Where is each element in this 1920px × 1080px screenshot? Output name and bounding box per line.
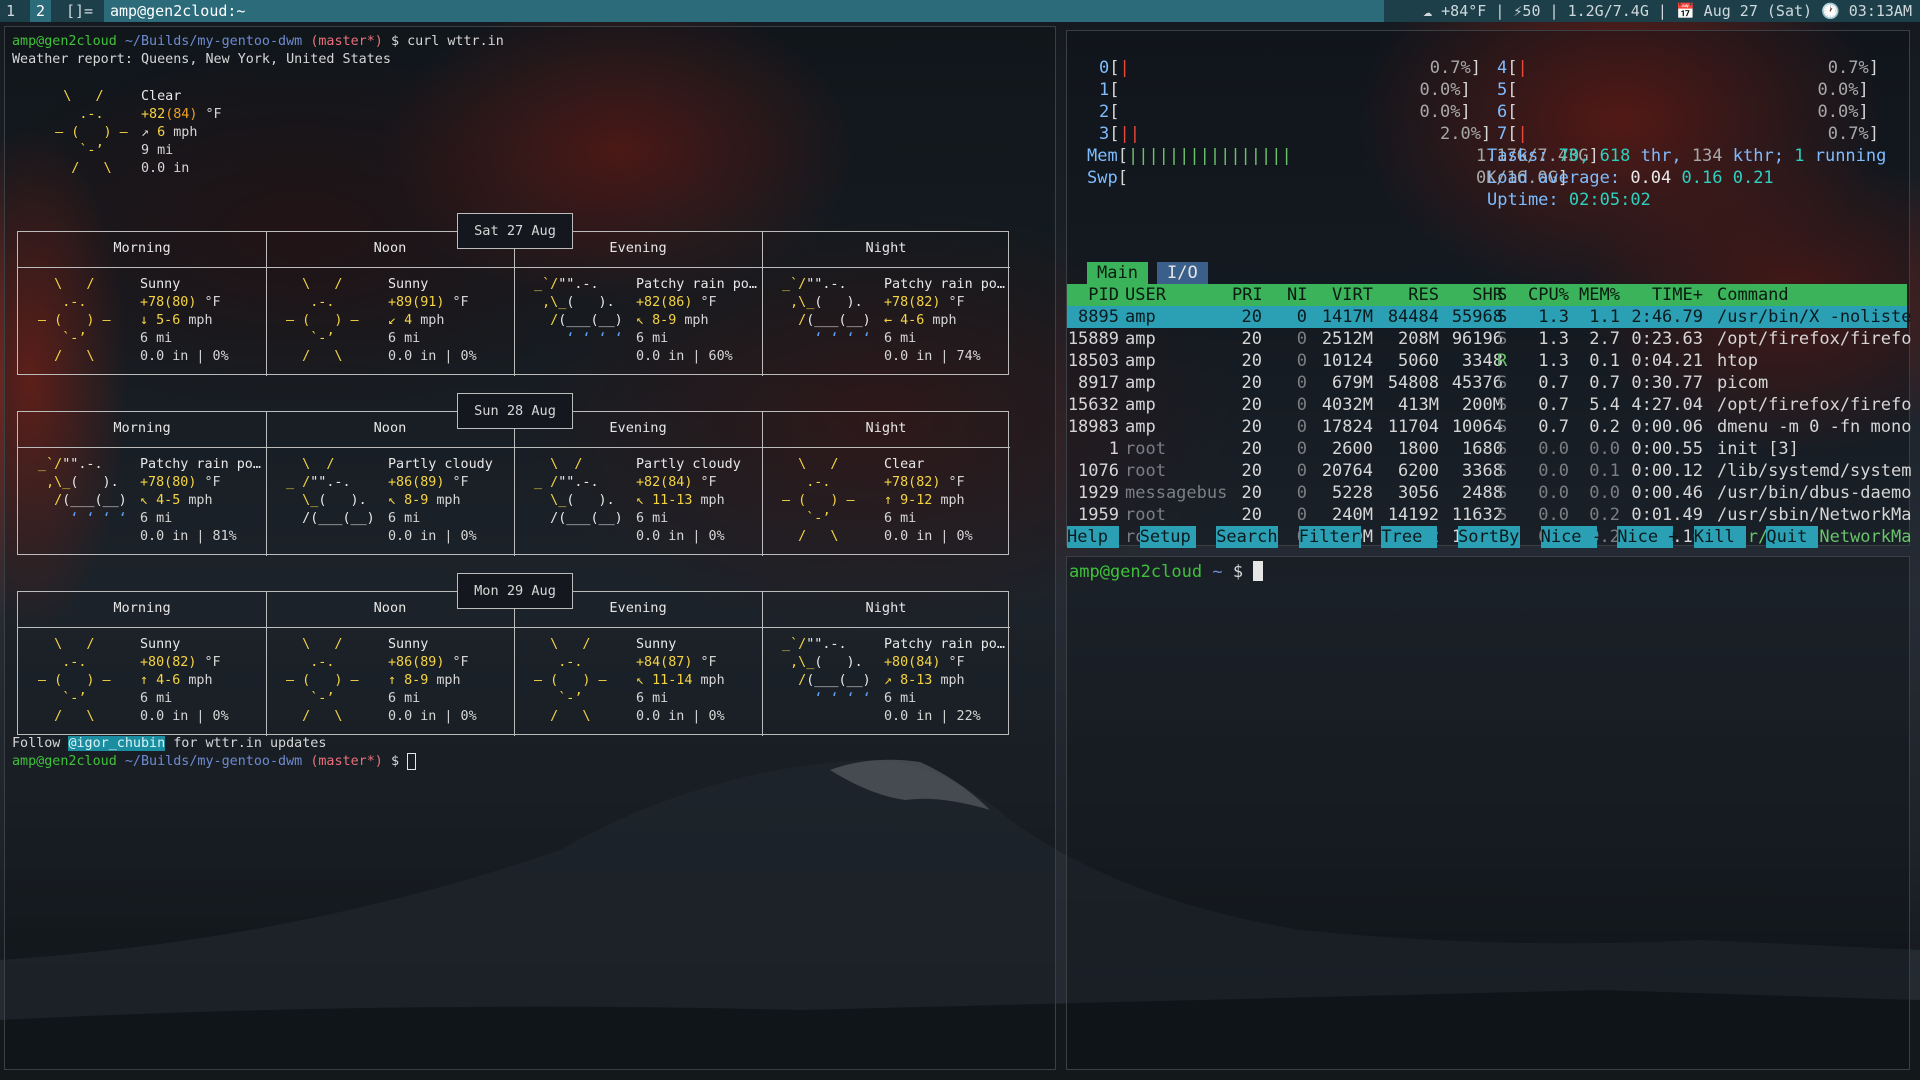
- process-row[interactable]: 1076 root 20 0 20764 6200 3368 S 0.0 0.1 0:00.12/l…: [1067, 460, 1911, 482]
- follow-line: Follow @igor_chubin for wttr.in updates: [12, 736, 327, 751]
- process-row[interactable]: 18503 amp 20 0 10124 5060 3348 R 1.3 0.1 0:04.21 ht…: [1067, 350, 1907, 372]
- cpu-meter: 5[0.0%]: [1497, 80, 1869, 100]
- text-cursor: [1253, 561, 1264, 581]
- forecast-cell: Patchy rain po… +78(82) °F ← 4-6 mph 6 m…: [884, 277, 1005, 364]
- period-header: Night: [865, 240, 907, 256]
- cpu-meter: 7[| 0.7%]: [1497, 124, 1879, 144]
- process-row[interactable]: 8895 amp 20 0 1417M 84484 55968 S 1.3 1.1 2:46.79/…: [1067, 306, 1911, 328]
- period-header: Night: [865, 600, 907, 616]
- forecast-cell: Patchy rain po… +82(86) °F ↖ 8-9 mph 6 m…: [636, 277, 757, 364]
- sun-icon: \ / .-. ― ( ) ― `-’ / \: [534, 637, 607, 724]
- rain-cloud-icon: _`/"".-. ,\_( ). /(___(__) ‘ ‘ ‘ ‘: [30, 457, 127, 526]
- forecast-cell: Sunny +84(87) °F ↖ 11-14 mph 6 mi 0.0 in…: [636, 637, 725, 724]
- text-cursor: [407, 753, 417, 770]
- status-bar: 1 2 []= amp@gen2cloud:~ ☁ +84°F | ⚡50 | …: [0, 0, 1920, 22]
- period-header: Morning: [113, 240, 171, 256]
- shell-prompt-right[interactable]: amp@gen2cloud ~ $: [1069, 561, 1264, 583]
- report-title: Weather report: Queens, New York, United…: [12, 52, 391, 67]
- period-header: Morning: [113, 600, 171, 616]
- sun-icon: \ / .-. ― ( ) ― `-’ / \: [38, 277, 111, 364]
- forecast-cell: Partly cloudy +82(84) °F ↖ 11-13 mph 6 m…: [636, 457, 741, 544]
- process-row[interactable]: 15632 amp 20 0 4032M 413M 200M S 0.7 5.4 4:27.04/o…: [1067, 394, 1912, 416]
- rain-cloud-icon: _`/"".-. ,\_( ). /(___(__) ‘ ‘ ‘ ‘: [774, 277, 871, 346]
- tag-2[interactable]: 2: [30, 0, 52, 22]
- forecast-cell: Partly cloudy +86(89) °F ↖ 8-9 mph 6 mi …: [388, 457, 493, 544]
- tag-1[interactable]: 1: [0, 0, 21, 22]
- forecast-cell: Patchy rain po… +80(84) °F ↗ 8-13 mph 6 …: [884, 637, 1005, 724]
- forecast-cell: Sunny +78(80) °F ↓ 5-6 mph 6 mi 0.0 in |…: [140, 277, 229, 364]
- forecast-table: Morning Noon Evening Night \ / .-. ― ( ) ― …: [17, 591, 1010, 736]
- table-divider: [18, 447, 1010, 448]
- status-info: ☁ +84°F | ⚡50 | 1.2G/7.4G | 📅 Aug 27 (Sa…: [1423, 2, 1912, 20]
- twitter-handle-link[interactable]: @igor_chubin: [68, 736, 166, 751]
- tab-io[interactable]: I/O: [1157, 262, 1208, 284]
- forecast-table: Morning Noon Evening Night \ / .-. ― ( ) ― …: [17, 231, 1010, 376]
- cpu-meter: 6[0.0%]: [1497, 102, 1869, 122]
- command-line: amp@gen2cloud ~/Builds/my-gentoo-dwm (ma…: [12, 34, 504, 49]
- process-row[interactable]: 1929 messagebus 20 0 5228 3056 2488 S 0.0 0.0 0:00…: [1067, 482, 1911, 504]
- forecast-cell: Sunny +86(89) °F ↑ 8-9 mph 6 mi 0.0 in |…: [388, 637, 477, 724]
- table-divider: [18, 267, 1010, 268]
- sun-icon: \ / .-. ― ( ) ― `-’ / \: [782, 457, 855, 544]
- cpu-meter: 3[|| 2.0%]: [1099, 124, 1492, 144]
- shell-prompt[interactable]: amp@gen2cloud ~/Builds/my-gentoo-dwm (ma…: [12, 753, 417, 771]
- window-title: amp@gen2cloud:~: [104, 0, 1384, 22]
- layout-indicator[interactable]: []=: [60, 0, 99, 22]
- process-row[interactable]: 1959 root 20 0 240M 14192 11632 S 0.0 0.2 0:01.49/…: [1067, 504, 1911, 526]
- cpu-meter: 1[0.0%]: [1099, 80, 1471, 100]
- forecast-cell: Sunny +89(91) °F ↙ 4 mph 6 mi 0.0 in | 0…: [388, 277, 477, 364]
- sun-icon: \ / .-. ― ( ) ― `-’ / \: [38, 637, 111, 724]
- process-row[interactable]: 18983 amp 20 0 17824 11704 10064 S 0.7 0.2 0:00.06…: [1067, 416, 1912, 438]
- date-label: Mon 29 Aug: [457, 573, 573, 609]
- load-average: Load average: 0.04 0.16 0.21: [1487, 168, 1774, 188]
- terminal-shell[interactable]: amp@gen2cloud ~ $: [1066, 556, 1910, 1070]
- forecast-cell: Clear +78(82) °F ↑ 9-12 mph 6 mi 0.0 in …: [884, 457, 973, 544]
- sun-icon: \ / .-. ― ( ) ― `-’ / \: [55, 89, 128, 176]
- uptime: Uptime: 02:05:02: [1487, 190, 1651, 210]
- table-divider: [18, 627, 1010, 628]
- cpu-meter: 2[0.0%]: [1099, 102, 1471, 122]
- forecast-table: Morning Noon Evening Night _`/"".-. ,\_( ).…: [17, 411, 1010, 556]
- process-row[interactable]: 8917 amp 20 0 679M 54808 45376 S 0.7 0.7 0:30.77 pi…: [1067, 372, 1907, 394]
- terminal-htop[interactable]: 0[| 0.7%] 1[0.0%] 2[0.0%] 3[|| 2.0%] 4[| 0.7%] 5…: [1066, 30, 1912, 548]
- partly-cloudy-icon: \ / _ /"".-. \_( ). /(___(__): [278, 457, 375, 526]
- function-key-bar: F1HelpF2SetupF3SearchF4FilterF5TreeF6Sor…: [1067, 526, 1907, 548]
- sun-icon: \ / .-. ― ( ) ― `-’ / \: [286, 637, 359, 724]
- partly-cloudy-icon: \ / _ /"".-. \_( ). /(___(__): [526, 457, 623, 526]
- forecast-cell: Sunny +80(82) °F ↑ 4-6 mph 6 mi 0.0 in |…: [140, 637, 229, 724]
- tab-main[interactable]: Main: [1087, 262, 1148, 284]
- rain-cloud-icon: _`/"".-. ,\_( ). /(___(__) ‘ ‘ ‘ ‘: [774, 637, 871, 706]
- current-weather: Clear +82(84) °F ↗ 6 mph 9 mi 0.0 in: [141, 89, 222, 176]
- terminal-weather[interactable]: amp@gen2cloud ~/Builds/my-gentoo-dwm (ma…: [4, 26, 1056, 1070]
- date-label: Sun 28 Aug: [457, 393, 573, 429]
- date-label: Sat 27 Aug: [457, 213, 573, 249]
- cpu-meter: 0[| 0.7%]: [1099, 58, 1481, 78]
- process-row[interactable]: 15889 amp 20 0 2512M 208M 96196 S 1.3 2.7 0:23.63/…: [1067, 328, 1912, 350]
- sun-icon: \ / .-. ― ( ) ― `-’ / \: [286, 277, 359, 364]
- process-table-header: PID USER PRI NI VIRT RES SHR S CPU% MEM% TIME+ Comm…: [1067, 284, 1907, 306]
- period-header: Morning: [113, 420, 171, 436]
- tasks-summary: Tasks: 70, 618 thr, 134 kthr; 1 running: [1487, 146, 1887, 166]
- period-header: Night: [865, 420, 907, 436]
- cpu-meter: 4[| 0.7%]: [1497, 58, 1879, 78]
- rain-cloud-icon: _`/"".-. ,\_( ). /(___(__) ‘ ‘ ‘ ‘: [526, 277, 623, 346]
- forecast-cell: Patchy rain po… +78(80) °F ↖ 4-5 mph 6 m…: [140, 457, 261, 544]
- process-row[interactable]: 1 root 20 0 2600 1800 1680 S 0.0 0.0 0:00.55 init […: [1067, 438, 1907, 460]
